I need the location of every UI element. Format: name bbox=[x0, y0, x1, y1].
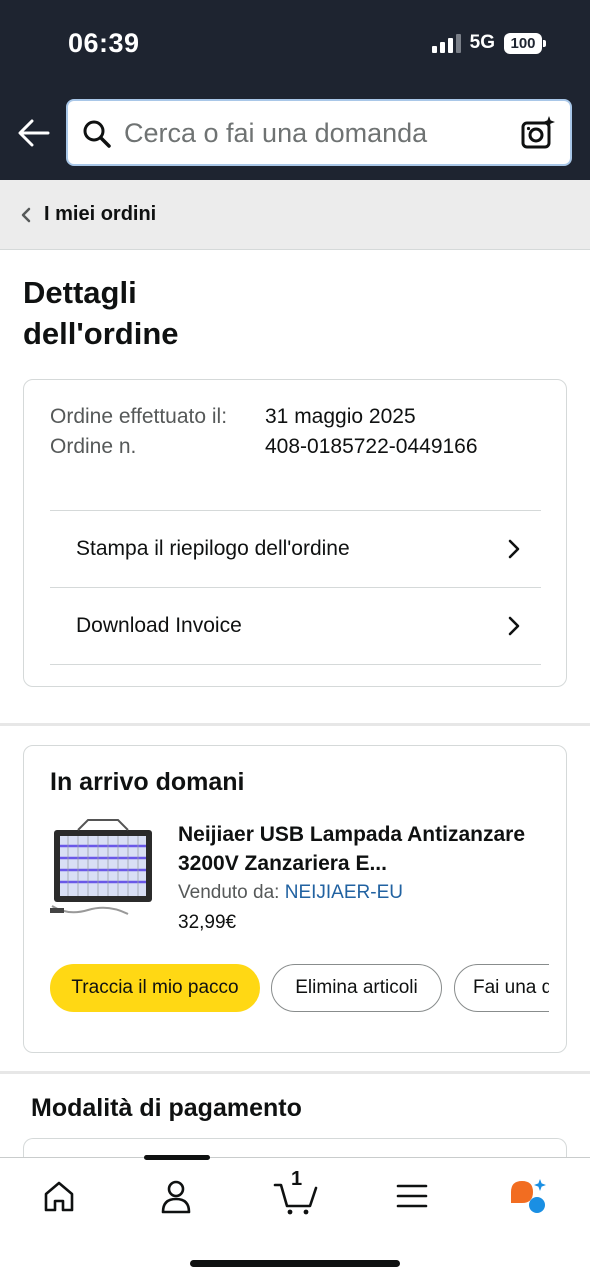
seller-link[interactable]: NEIJIAER-EU bbox=[285, 882, 403, 903]
product-title[interactable]: Neijiaer USB Lampada Antizanzare 3200V Z… bbox=[178, 820, 548, 878]
app-header: 06:39 5G 100 bbox=[0, 0, 590, 180]
product-price: 32,99€ bbox=[178, 912, 237, 933]
status-indicators: 5G 100 bbox=[431, 32, 546, 54]
menu-icon[interactable] bbox=[390, 1176, 434, 1216]
order-date-value: 31 maggio 2025 bbox=[265, 405, 416, 428]
camera-search-icon[interactable] bbox=[520, 115, 556, 151]
chevron-right-icon bbox=[508, 616, 520, 636]
payment-title: Modalità di pagamento bbox=[31, 1094, 302, 1122]
track-package-button[interactable]: Traccia il mio pacco bbox=[50, 964, 260, 1012]
print-summary-label: Stampa il riepilogo dell'ordine bbox=[76, 537, 350, 560]
order-info-labels: Ordine effettuato il: Ordine n. bbox=[50, 402, 240, 462]
rufus-assistant-icon[interactable] bbox=[506, 1176, 550, 1216]
search-bar[interactable] bbox=[66, 99, 572, 166]
signal-icon bbox=[431, 33, 461, 53]
section-divider bbox=[0, 723, 590, 726]
divider bbox=[50, 664, 541, 665]
home-icon[interactable] bbox=[37, 1176, 81, 1216]
sold-by-label: Venduto da: bbox=[178, 882, 280, 903]
sold-by: Venduto da: NEIJIAER-EU bbox=[178, 882, 403, 904]
download-invoice-label: Download Invoice bbox=[76, 614, 242, 637]
account-icon[interactable] bbox=[154, 1176, 198, 1216]
order-summary-card: Ordine effettuato il: Ordine n. 31 maggi… bbox=[23, 379, 567, 687]
search-input[interactable] bbox=[124, 114, 514, 152]
battery-icon: 100 bbox=[504, 32, 546, 54]
action-buttons: Traccia il mio pacco Elimina articoli Fa… bbox=[50, 964, 549, 1016]
network-type: 5G bbox=[469, 32, 495, 53]
ask-question-button[interactable]: Fai una domanda bbox=[454, 964, 549, 1012]
active-tab-indicator bbox=[144, 1155, 210, 1160]
breadcrumb-label: I miei ordini bbox=[44, 203, 157, 225]
shipment-status: In arrivo domani bbox=[50, 768, 245, 796]
product-image[interactable] bbox=[48, 816, 158, 926]
order-number-value: 408-0185722-0449166 bbox=[265, 435, 478, 458]
remove-items-button[interactable]: Elimina articoli bbox=[271, 964, 442, 1012]
shipment-card: In arrivo domani Neijiaer USB Lampada An… bbox=[23, 745, 567, 1053]
cart-count: 1 bbox=[291, 1168, 303, 1190]
home-indicator bbox=[190, 1260, 400, 1267]
section-divider bbox=[0, 1071, 590, 1074]
order-date-label: Ordine effettuato il: bbox=[50, 405, 228, 428]
print-summary-link[interactable]: Stampa il riepilogo dell'ordine bbox=[50, 510, 541, 587]
back-arrow-icon[interactable] bbox=[16, 115, 52, 151]
order-number-label: Ordine n. bbox=[50, 435, 137, 458]
download-invoice-link[interactable]: Download Invoice bbox=[50, 587, 541, 664]
chevron-left-icon bbox=[21, 207, 31, 222]
breadcrumb[interactable]: I miei ordini bbox=[0, 180, 590, 250]
order-info-values: 31 maggio 2025 408-0185722-0449166 bbox=[265, 402, 478, 462]
search-icon bbox=[83, 120, 111, 148]
status-time: 06:39 bbox=[68, 28, 140, 58]
cart-button[interactable]: 1 bbox=[272, 1168, 320, 1216]
page-title: Dettagli dell'ordine bbox=[23, 275, 179, 351]
chevron-right-icon bbox=[508, 539, 520, 559]
